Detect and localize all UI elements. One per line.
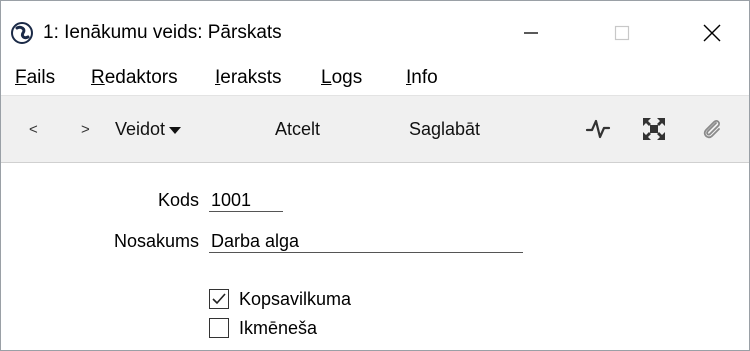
title-bar[interactable]: 1: Ienākumu veids: Pārskats (1, 1, 749, 63)
close-button[interactable] (689, 15, 735, 51)
chevron-down-icon (169, 126, 182, 134)
summary-checkbox-label[interactable]: Kopsavilkuma (239, 288, 351, 310)
name-label: Nosakums (113, 231, 199, 251)
monthly-checkbox[interactable] (209, 318, 229, 338)
save-button[interactable]: Saglabāt (409, 118, 480, 140)
code-label: Kods (157, 190, 199, 210)
menu-item-fails[interactable]: Fails (15, 66, 55, 90)
minimize-icon (524, 32, 538, 34)
app-logo-icon (11, 22, 33, 44)
cancel-button[interactable]: Atcelt (275, 118, 320, 140)
window-title: 1: Ienākumu veids: Pārskats (43, 22, 282, 43)
maximize-icon (614, 25, 630, 41)
summary-checkbox[interactable] (209, 289, 229, 309)
next-record-button[interactable]: > (81, 119, 90, 141)
toolbar: < > Veidot Atcelt Saglabāt (1, 95, 749, 163)
menu-item-info[interactable]: Info (406, 66, 438, 90)
name-field[interactable]: Darba alga (209, 230, 523, 253)
app-window: 1: Ienākumu veids: Pārskats Fails Redakt… (0, 0, 750, 351)
menu-item-logs[interactable]: Logs (321, 66, 362, 90)
maximize-button[interactable] (599, 15, 645, 51)
code-field[interactable]: 1001 (209, 189, 283, 212)
menu-bar: Fails Redaktors Ieraksts Logs Info (1, 63, 749, 95)
create-button[interactable]: Veidot (115, 118, 182, 140)
prev-record-button[interactable]: < (29, 119, 38, 141)
checkmark-icon (212, 293, 226, 305)
fullscreen-icon[interactable] (641, 116, 667, 142)
menu-item-redaktors[interactable]: Redaktors (91, 66, 178, 90)
activity-icon[interactable] (585, 116, 611, 142)
paperclip-icon[interactable] (699, 116, 725, 142)
menu-item-ieraksts[interactable]: Ieraksts (215, 66, 282, 90)
minimize-button[interactable] (508, 15, 554, 51)
create-button-label: Veidot (115, 119, 166, 139)
monthly-checkbox-label[interactable]: Ikmēneša (239, 317, 317, 339)
close-icon (703, 24, 721, 42)
